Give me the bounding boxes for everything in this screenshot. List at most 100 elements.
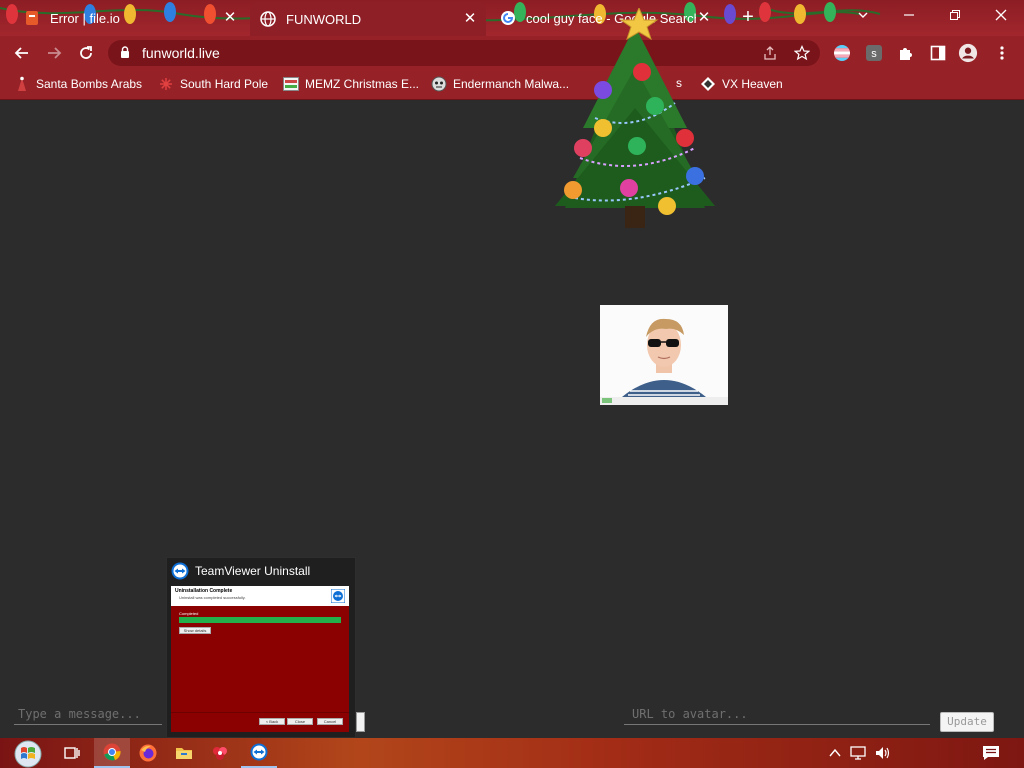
bookmarks-bar: Santa Bombs Arabs South Hard Pole MEMZ C… [0, 70, 1024, 100]
snapshot-status-label: Completed [179, 611, 199, 616]
side-panel-icon [930, 45, 946, 61]
endermanch-icon [431, 76, 447, 92]
browser-toolbar: funworld.live s [0, 36, 1024, 70]
tab-search-button[interactable] [840, 0, 886, 30]
share-icon[interactable] [762, 45, 778, 61]
tab-error-file-io[interactable]: Error | file.io ✕ [14, 0, 246, 36]
lock-icon[interactable] [120, 46, 130, 59]
puzzle-icon [900, 48, 912, 60]
back-button[interactable] [10, 41, 34, 65]
volume-icon [876, 747, 890, 759]
google-icon [501, 11, 515, 25]
folder-icon [176, 748, 192, 759]
chevron-down-icon [858, 12, 868, 18]
snapshot-progress-bar [179, 617, 341, 623]
snowflake-icon [158, 76, 174, 92]
chrome-icon [103, 743, 121, 761]
task-view-button[interactable] [54, 738, 90, 768]
more-vert-icon [1000, 46, 1004, 60]
close-window-button[interactable] [978, 0, 1024, 30]
extension-s[interactable]: s [864, 43, 884, 63]
minimize-button[interactable] [886, 0, 932, 30]
message-input[interactable] [14, 703, 162, 725]
bookmark-label: South Hard Pole [180, 77, 269, 91]
notification-icon [983, 746, 999, 760]
trans-flag-icon [834, 45, 850, 61]
avatar-url-input[interactable] [624, 703, 930, 725]
restore-button[interactable] [932, 0, 978, 30]
red-app-icon [213, 747, 227, 760]
snapshot-close-button: Close [287, 718, 313, 725]
start-button[interactable] [8, 738, 48, 768]
close-icon [995, 9, 1007, 21]
avatar-icon [958, 43, 978, 63]
preview-window-snapshot: Uninstallation Complete Uninstall was co… [171, 586, 349, 732]
snapshot-header-title: Uninstallation Complete [175, 588, 233, 594]
close-tab-icon[interactable]: ✕ [462, 11, 478, 27]
network-icon [850, 746, 866, 760]
page-content [0, 101, 1024, 738]
network-tray-button[interactable] [850, 745, 868, 761]
profile-button[interactable] [958, 43, 978, 63]
extension-flag[interactable] [832, 43, 852, 63]
memz-icon [283, 76, 299, 92]
cool-guy-face-icon [600, 305, 728, 405]
teamviewer-icon [171, 562, 189, 580]
forward-button[interactable] [42, 41, 66, 65]
menu-button[interactable] [992, 43, 1012, 63]
arrow-right-icon [48, 47, 62, 59]
tab-title: Error | file.io [50, 10, 120, 26]
send-button[interactable] [356, 712, 365, 732]
bookmark-label: VX Heaven [722, 77, 783, 91]
star-icon[interactable] [794, 45, 810, 61]
progress-fill [179, 617, 341, 623]
santa-icon [14, 76, 30, 92]
bookmark-south-hard-pole[interactable]: South Hard Pole [158, 76, 268, 92]
file-io-icon [26, 11, 38, 25]
globe-icon [260, 11, 276, 27]
snapshot-cancel-button: Cancel [317, 718, 343, 725]
firefox-icon [139, 744, 157, 762]
windows-start-orb-icon [14, 740, 42, 768]
browser-titlebar: Error | file.io ✕ FUNWORLD ✕ cool guy fa… [0, 0, 1024, 36]
user-avatar-image [600, 305, 728, 405]
tab-funworld[interactable]: FUNWORLD ✕ [250, 2, 486, 36]
preview-title: TeamViewer Uninstall [195, 564, 311, 578]
show-hidden-icons-button[interactable] [826, 745, 844, 761]
snapshot-header: Uninstallation Complete Uninstall was co… [171, 586, 349, 606]
close-tab-icon[interactable]: ✕ [222, 10, 238, 26]
extensions-button[interactable] [896, 43, 916, 63]
address-url[interactable]: funworld.live [142, 45, 220, 61]
snapshot-show-details-button: Show details [179, 627, 211, 634]
taskbar-firefox[interactable] [130, 738, 166, 768]
side-panel-button[interactable] [928, 43, 948, 63]
arrow-left-icon [14, 47, 28, 59]
new-tab-button[interactable]: + [736, 6, 760, 30]
minimize-icon [904, 14, 914, 16]
reload-icon [80, 46, 92, 59]
reload-button[interactable] [74, 41, 98, 65]
action-center-button[interactable] [982, 745, 1000, 761]
svg-text:s: s [871, 48, 877, 60]
update-avatar-button[interactable]: Update [940, 712, 994, 732]
bookmark-label: MEMZ Christmas E... [305, 77, 420, 91]
windows-taskbar [0, 738, 1024, 768]
chevron-up-icon [829, 748, 841, 757]
volume-tray-button[interactable] [874, 745, 892, 761]
s-extension-icon: s [866, 45, 882, 61]
tab-title: FUNWORLD [286, 11, 362, 27]
christmas-tree-image [555, 8, 715, 228]
bookmark-label: Santa Bombs Arabs [36, 77, 143, 91]
teamviewer-small-icon [331, 589, 345, 603]
snapshot-header-subtitle: Uninstall was completed successfully. [179, 595, 246, 600]
taskbar-file-explorer[interactable] [166, 738, 202, 768]
task-view-icon [64, 747, 80, 759]
bookmark-memz-christmas[interactable]: MEMZ Christmas E... [283, 76, 419, 92]
restore-icon [950, 10, 960, 20]
bookmark-santa-bombs-arabs[interactable]: Santa Bombs Arabs [14, 76, 142, 92]
taskbar-teamviewer[interactable] [241, 738, 277, 768]
taskbar-thumbnail-preview[interactable]: TeamViewer Uninstall Uninstallation Comp… [166, 557, 356, 738]
taskbar-chrome[interactable] [94, 738, 130, 768]
teamviewer-icon [250, 743, 268, 761]
taskbar-red-app[interactable] [202, 738, 238, 768]
